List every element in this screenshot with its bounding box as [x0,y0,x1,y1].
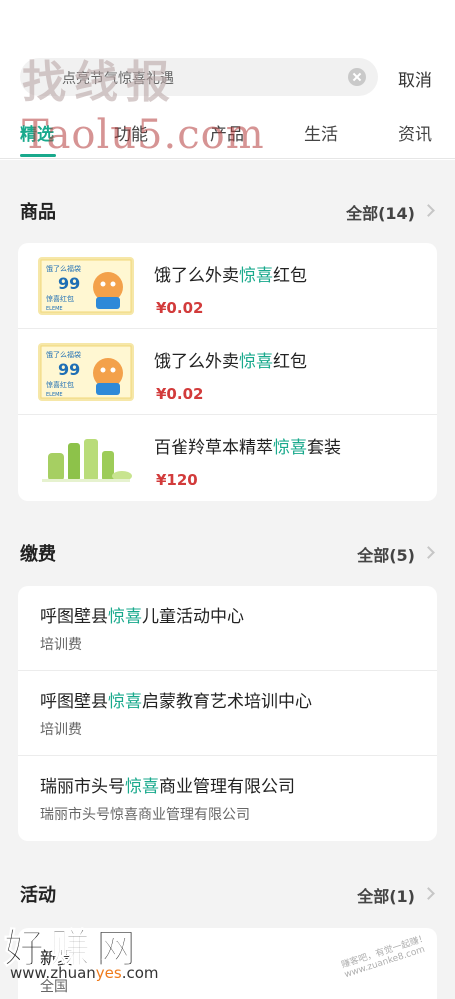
coupon-big: 99 [58,360,80,379]
skincare-set-image [38,429,134,487]
payee-category: 培训费 [40,722,82,738]
eleme-coupon-image: 饿了么福袋 99 惊喜红包 ELEME [38,343,134,401]
payments-card: 呼图壁县惊喜儿童活动中心 培训费 呼图壁县惊喜启蒙教育艺术培训中心 培训费 瑞丽… [18,586,437,841]
product-title: 饿了么外卖惊喜红包 [154,352,307,372]
activities-section-title: 活动 [20,885,56,906]
product-title: 百雀羚草本精萃惊喜套装 [154,438,341,458]
coupon-line2: 惊喜红包 [46,294,74,303]
search-header: 点亮节气惊喜礼遇 取消 精选 功能 产品 生活 资讯 [0,0,455,160]
coupon-line1: 饿了么福袋 [46,264,81,273]
activity-title: 新夏 [40,949,74,969]
clear-icon[interactable] [348,68,366,86]
payments-view-all[interactable]: 全部(5) [357,542,415,566]
chevron-right-icon[interactable] [422,887,435,900]
tab-life[interactable]: 生活 [304,120,338,145]
tab-products[interactable]: 产品 [210,120,244,145]
payee-name: 瑞丽市头号惊喜商业管理有限公司 [40,777,295,797]
coupon-big: 99 [58,274,80,293]
list-item[interactable]: 瑞丽市头号惊喜商业管理有限公司 瑞丽市头号惊喜商业管理有限公司 [18,756,437,841]
goods-section-title: 商品 [20,202,56,223]
product-title: 饿了么外卖惊喜红包 [154,266,307,286]
product-price: ¥0.02 [156,299,204,317]
payee-category: 培训费 [40,637,82,653]
payee-name: 呼图壁县惊喜启蒙教育艺术培训中心 [40,692,312,712]
product-price: ¥120 [156,471,198,489]
list-item[interactable]: 呼图壁县惊喜启蒙教育艺术培训中心 培训费 [18,671,437,756]
category-tabs: 精选 功能 产品 生活 资讯 [0,114,455,158]
goods-card: 饿了么福袋 99 惊喜红包 ELEME 饿了么外卖惊喜红包 ¥0.02 饿了么福… [18,243,437,501]
list-item[interactable]: 饿了么福袋 99 惊喜红包 ELEME 饿了么外卖惊喜红包 ¥0.02 [18,243,437,329]
tab-featured[interactable]: 精选 [20,120,54,145]
list-item[interactable]: 百雀羚草本精萃惊喜套装 ¥120 [18,415,437,501]
coupon-brand: ELEME [46,306,63,312]
payments-section-title: 缴费 [20,544,56,565]
tab-news[interactable]: 资讯 [398,120,432,145]
divider [0,158,455,159]
search-query: 点亮节气惊喜礼遇 [62,71,174,87]
list-item[interactable]: 新夏 全国 [18,928,437,999]
activities-view-all[interactable]: 全部(1) [357,883,415,907]
goods-view-all[interactable]: 全部(14) [346,200,415,224]
chevron-right-icon[interactable] [422,546,435,559]
list-item[interactable]: 呼图壁县惊喜儿童活动中心 培训费 [18,586,437,671]
active-tab-indicator [20,154,56,157]
list-item[interactable]: 饿了么福袋 99 惊喜红包 ELEME 饿了么外卖惊喜红包 ¥0.02 [18,329,437,415]
tab-functions[interactable]: 功能 [114,120,148,145]
coupon-line1: 饿了么福袋 [46,350,81,359]
search-input[interactable]: 点亮节气惊喜礼遇 [20,58,378,96]
payee-category: 瑞丽市头号惊喜商业管理有限公司 [40,807,250,823]
payee-name: 呼图壁县惊喜儿童活动中心 [40,607,244,627]
chevron-right-icon[interactable] [422,204,435,217]
activity-region: 全国 [40,979,68,995]
eleme-coupon-image: 饿了么福袋 99 惊喜红包 ELEME [38,257,134,315]
activities-card: 新夏 全国 [18,928,437,999]
cancel-button[interactable]: 取消 [398,66,432,91]
coupon-line2: 惊喜红包 [46,380,74,389]
search-results-page: 点亮节气惊喜礼遇 取消 精选 功能 产品 生活 资讯 商品 全部(14) 饿了么… [0,0,455,999]
coupon-brand: ELEME [46,392,63,398]
product-price: ¥0.02 [156,385,204,403]
